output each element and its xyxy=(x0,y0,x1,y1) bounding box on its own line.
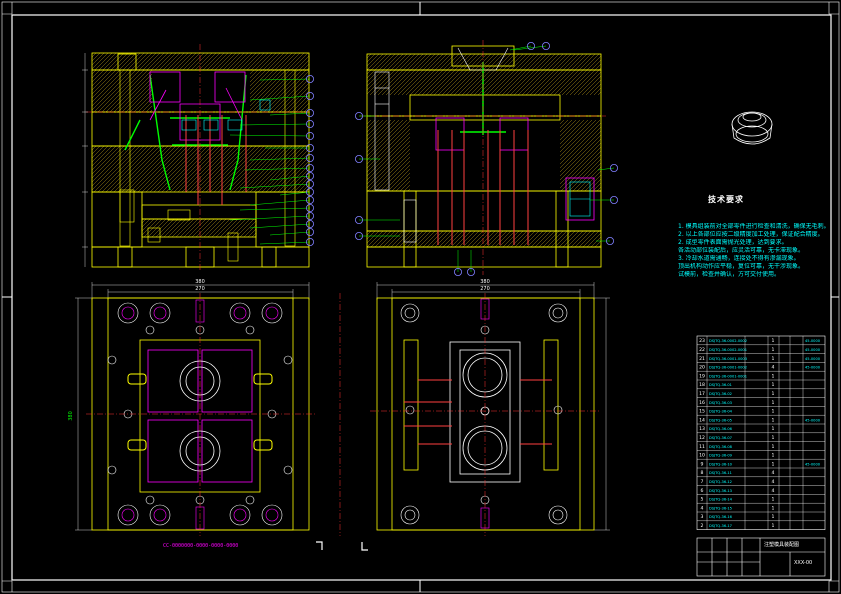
bom-qty: 1 xyxy=(772,505,775,511)
bom-qty: 1 xyxy=(772,523,775,529)
bom-code: DSJTQ-36-03 xyxy=(709,401,732,405)
bom-qty: 1 xyxy=(772,391,775,397)
bom-no: 18 xyxy=(699,382,705,388)
note-line-6: 顶出机构动作应平稳，复位可靠，无干涉现象。 xyxy=(678,263,805,270)
bom-note: 45-0000 xyxy=(805,462,821,466)
bom-no: 14 xyxy=(699,417,705,423)
bom-code: DSJTQ-36-09 xyxy=(709,454,733,458)
note-line-1: 1. 模具组装前对全部零件进行检查和清洗，确保无毛刺。 xyxy=(678,223,828,230)
bom-note: 45-0000 xyxy=(805,366,821,370)
technical-requirements: 技术要求 1. 模具组装前对全部零件进行检查和清洗，确保无毛刺。 2. 以上各部… xyxy=(678,196,828,279)
bom-no: 3 xyxy=(701,514,704,520)
bom-no: 6 xyxy=(701,488,704,494)
bom-qty: 1 xyxy=(772,453,775,459)
bom-no: 21 xyxy=(699,356,705,362)
bom-note: 45-0000 xyxy=(805,339,821,343)
bom-no: 2 xyxy=(701,523,704,529)
bom-code: DSJTQ-36-04 xyxy=(709,410,733,414)
bom-no: 15 xyxy=(699,409,705,415)
bom-no: 4 xyxy=(701,505,704,511)
bom-code: DSJTQ-36-0001-0001 xyxy=(709,374,747,378)
bom-code: DSJTQ-36-0001-0003 xyxy=(709,357,747,361)
bom-code: DSJTQ-36-0002-0001 xyxy=(709,348,747,352)
bom-no: 11 xyxy=(699,444,705,450)
bom-no: 9 xyxy=(701,461,704,467)
bom-qty: 1 xyxy=(772,426,775,432)
bom-no: 12 xyxy=(699,435,705,441)
dim-left-inner: 270 xyxy=(195,286,205,292)
bom-qty: 1 xyxy=(772,373,775,379)
bom-code: DSJTQ-36-13 xyxy=(709,489,732,493)
cad-drawing: 380 270 380 380 270 23 DSJTQ-36-0002-000… xyxy=(0,0,841,594)
note-line-3: 2. 成型零件表面需抛光处理，达到要求。 xyxy=(678,239,788,246)
bom-no: 10 xyxy=(699,453,705,459)
bom-qty: 1 xyxy=(772,347,775,353)
bom-qty: 1 xyxy=(772,435,775,441)
bom-qty: 1 xyxy=(772,497,775,503)
bom-qty: 1 xyxy=(772,461,775,467)
bom-no: 22 xyxy=(699,347,705,353)
bom-qty: 1 xyxy=(772,417,775,423)
bom-no: 19 xyxy=(699,373,705,379)
bom-no: 20 xyxy=(699,365,705,371)
bom-code: DSJTQ-36-16 xyxy=(709,515,733,519)
bom-code: DSJTQ-36-0001-0002 xyxy=(709,366,747,370)
bom-qty: 1 xyxy=(772,409,775,415)
bom-qty: 1 xyxy=(772,514,775,520)
bom-code: DSJTQ-36-07 xyxy=(709,436,732,440)
bom-code: DSJTQ-36-10 xyxy=(709,462,733,466)
note-line-5: 3. 冷却水道需通畅，连接处不得有渗漏现象。 xyxy=(678,255,800,262)
bom-qty: 4 xyxy=(772,365,775,371)
dim-left-width: 380 xyxy=(195,279,205,285)
note-line-4: 各活动部位装配后，应灵活可靠，无卡滞现象。 xyxy=(678,247,805,254)
bom-no: 17 xyxy=(699,391,705,397)
bom-code: DSJTQ-36-08 xyxy=(709,445,733,449)
bom-qty: 1 xyxy=(772,382,775,388)
drawing-name: 注塑模具装配图 xyxy=(764,542,800,548)
dim-left-height: 380 xyxy=(68,411,74,421)
dim-right-inner: 270 xyxy=(480,286,490,292)
bom-code: DSJTQ-36-0002-0002 xyxy=(709,339,747,343)
bom-note: 45-0000 xyxy=(805,418,821,422)
bom-code: DSJTQ-36-06 xyxy=(709,427,733,431)
note-line-2: 2. 以上各部位应按二级精度加工处理，保证配合精度。 xyxy=(678,231,824,238)
bom-note: 45-0000 xyxy=(805,357,821,361)
drawing-code: XXX-00 xyxy=(794,560,813,566)
bom-code: DSJTQ-36-11 xyxy=(709,471,732,475)
bom-qty: 4 xyxy=(772,488,775,494)
dim-right-width: 380 xyxy=(480,279,490,285)
bom-no: 23 xyxy=(699,338,705,344)
bom-qty: 1 xyxy=(772,338,775,344)
bom-no: 5 xyxy=(701,497,704,503)
bom-code: DSJTQ-36-15 xyxy=(709,506,732,510)
bom-note: 45-0000 xyxy=(805,348,821,352)
note-line-7: 试模前，检查并确认，方可交付使用。 xyxy=(678,271,781,278)
bom-qty: 1 xyxy=(772,444,775,450)
bom-qty: 1 xyxy=(772,400,775,406)
bom-qty: 4 xyxy=(772,479,775,485)
bom-code: DSJTQ-36-01 xyxy=(709,383,732,387)
bom-code: DSJTQ-36-12 xyxy=(709,480,732,484)
bom-code: DSJTQ-36-14 xyxy=(709,498,733,502)
bom-code: DSJTQ-36-02 xyxy=(709,392,732,396)
bom-qty: 1 xyxy=(772,356,775,362)
notes-title: 技术要求 xyxy=(708,195,744,204)
bom-no: 13 xyxy=(699,426,705,432)
bom-no: 7 xyxy=(701,479,704,485)
bom-no: 8 xyxy=(701,470,704,476)
bom-qty: 4 xyxy=(772,470,775,476)
bom-no: 16 xyxy=(699,400,705,406)
bom-code: DSJTQ-36-17 xyxy=(709,524,732,528)
plan-caption: CC-0000000-0000-0000-0000 xyxy=(163,543,239,549)
bom-code: DSJTQ-36-05 xyxy=(709,418,732,422)
